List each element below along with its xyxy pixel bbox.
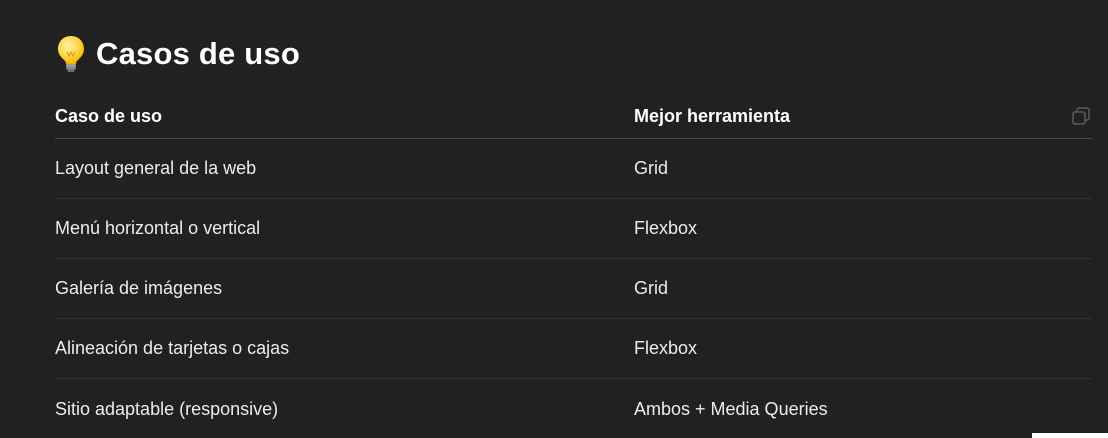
- use-case-cell: Alineación de tarjetas o cajas: [55, 338, 290, 358]
- use-case-cell: Menú horizontal o vertical: [55, 218, 261, 238]
- section-title: Casos de uso: [96, 36, 300, 71]
- best-tool-cell: Flexbox: [634, 218, 698, 238]
- best-tool-cell: Flexbox: [634, 338, 698, 358]
- column-header-use-case: Caso de uso: [55, 106, 163, 126]
- column-header-best-tool: Mejor herramienta: [634, 106, 791, 126]
- scroll-edge: [1032, 433, 1108, 438]
- use-cases-table: Caso de uso Mejor herramienta Layout gen…: [55, 95, 1092, 438]
- use-case-cell: Layout general de la web: [55, 158, 257, 178]
- best-tool-cell: Ambos + Media Queries: [634, 398, 828, 419]
- table-row: Alineación de tarjetas o cajas Flexbox: [55, 319, 1092, 379]
- use-case-cell: Sitio adaptable (responsive): [55, 398, 279, 419]
- section-heading: Casos de uso: [56, 30, 300, 78]
- table-header-row: Caso de uso Mejor herramienta: [55, 95, 1092, 139]
- best-tool-cell: Grid: [634, 278, 669, 298]
- table-row: Galería de imágenes Grid: [55, 259, 1092, 319]
- use-case-cell: Galería de imágenes: [55, 278, 223, 298]
- copy-icon[interactable]: [1070, 105, 1092, 127]
- lightbulb-icon: [58, 36, 84, 72]
- table-row: Sitio adaptable (responsive) Ambos + Med…: [55, 379, 1092, 438]
- best-tool-cell: Grid: [634, 158, 669, 178]
- table-row: Layout general de la web Grid: [55, 139, 1092, 199]
- table-row: Menú horizontal o vertical Flexbox: [55, 199, 1092, 259]
